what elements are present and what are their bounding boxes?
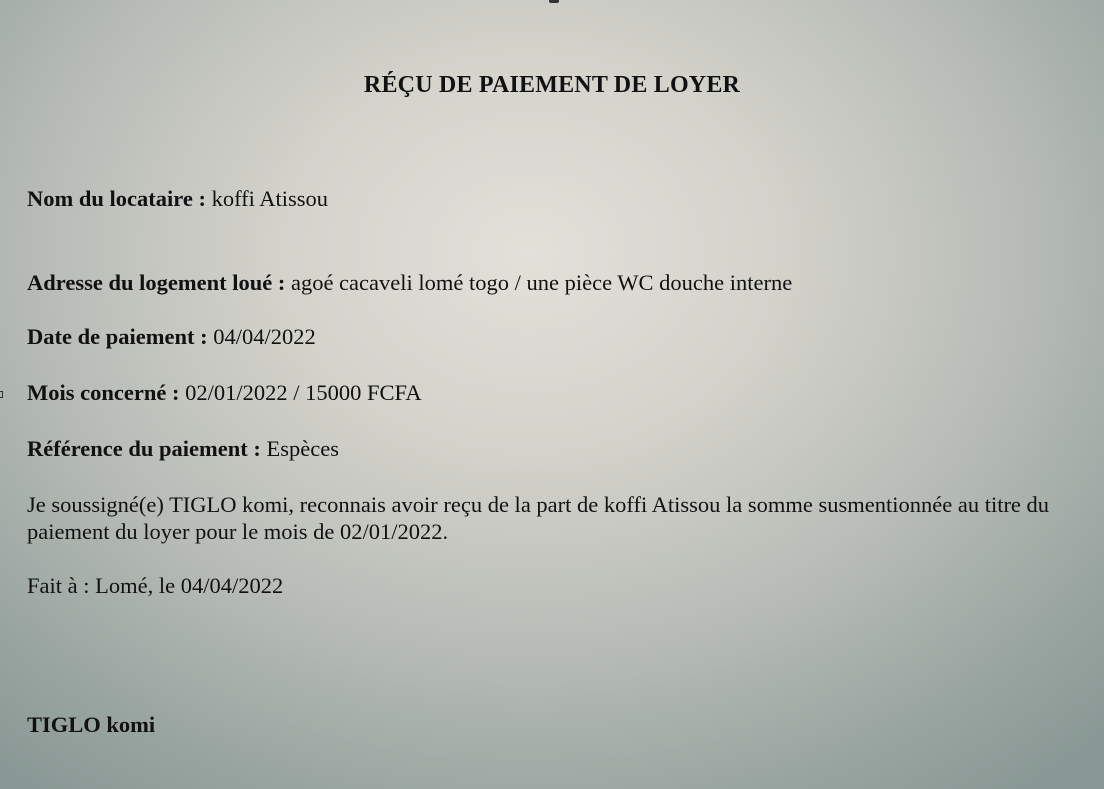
rental-address-label: Adresse du logement loué : — [27, 270, 286, 295]
place-date-line: Fait à : Lomé, le 04/04/2022 — [27, 573, 284, 598]
signatory-name: TIGLO komi — [27, 712, 156, 737]
tenant-name-value: koffi Atissou — [211, 186, 329, 211]
acknowledgement-statement: Je soussigné(e) TIGLO komi, reconnais av… — [27, 492, 1050, 544]
payment-date-value: 04/04/2022 — [213, 324, 316, 349]
payment-reference-value: Espèces — [266, 436, 339, 461]
month-field: Mois concerné : 02/01/2022 / 15000 FCFA — [27, 380, 422, 406]
top-edge-mark — [549, 0, 559, 3]
month-label: Mois concerné : — [27, 380, 180, 405]
rental-address-field: Adresse du logement loué : agoé cacaveli… — [27, 270, 792, 296]
receipt-title: RÉÇU DE PAIEMENT DE LOYER — [363, 72, 741, 98]
tenant-name-label: Nom du locataire : — [27, 186, 206, 211]
tenant-name-field: Nom du locataire : koffi Atissou — [27, 186, 328, 212]
payment-date-label: Date de paiement : — [27, 324, 208, 349]
payment-reference-label: Référence du paiement : — [27, 436, 261, 461]
payment-date-field: Date de paiement : 04/04/2022 — [27, 324, 316, 350]
left-edge-mark — [0, 391, 3, 398]
payment-reference-field: Référence du paiement : Espèces — [27, 436, 339, 462]
rental-address-value: agoé cacaveli lomé togo / une pièce WC d… — [290, 270, 793, 295]
month-value: 02/01/2022 / 15000 FCFA — [185, 380, 422, 405]
